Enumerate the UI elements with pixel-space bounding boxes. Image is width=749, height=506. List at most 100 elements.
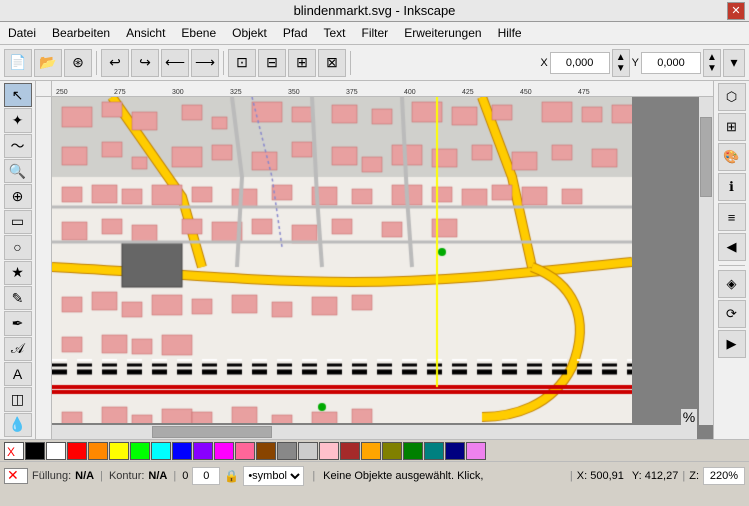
x-label: X <box>540 57 547 69</box>
color-swatch-0[interactable] <box>4 442 24 460</box>
snap-guide-button[interactable]: ⟳ <box>718 300 746 328</box>
redo-button[interactable]: ↪ <box>131 49 159 77</box>
menu-item-ansicht[interactable]: Ansicht <box>122 24 169 42</box>
gradient-tool[interactable]: ◫ <box>4 387 32 411</box>
menu-item-pfad[interactable]: Pfad <box>279 24 312 42</box>
color-swatch-6[interactable] <box>130 442 150 460</box>
open-button[interactable]: 📂 <box>34 49 62 77</box>
expand-btn[interactable]: ▾ <box>723 49 745 77</box>
align-panel-button[interactable]: ≡ <box>718 203 746 231</box>
vertical-scrollbar-thumb[interactable] <box>700 117 712 197</box>
color-swatch-4[interactable] <box>88 442 108 460</box>
zoom-out-btn[interactable]: ⟵ <box>161 49 189 77</box>
color-swatch-7[interactable] <box>151 442 171 460</box>
color-swatch-21[interactable] <box>445 442 465 460</box>
main-area: ↖✦〜🔍⊕▭○★✎✒𝒜A◫💧 2502753003253503754004254… <box>0 81 749 439</box>
color-swatch-5[interactable] <box>109 442 129 460</box>
x-spinner[interactable]: ▲▼ <box>612 49 630 77</box>
color-swatch-20[interactable] <box>424 442 444 460</box>
right-toolbar: ⬡⊞🎨ℹ≡◀ ◈⟳▶ <box>713 81 749 439</box>
canvas-area[interactable]: 250275300325350375400425450475 % <box>36 81 713 439</box>
select-tool[interactable]: ↖ <box>4 83 32 107</box>
snap-nodes-button[interactable]: ◈ <box>718 270 746 298</box>
color-swatch-8[interactable] <box>172 442 192 460</box>
pen-tool[interactable]: ✒ <box>4 311 32 335</box>
star-tool[interactable]: ★ <box>4 261 32 285</box>
y-spinner[interactable]: ▲▼ <box>703 49 721 77</box>
color-swatch-1[interactable] <box>25 442 45 460</box>
main-toolbar: 📄 📂 ⊛ ↩ ↪ ⟵ ⟶ ⊡ ⊟ ⊞ ⊠ X ▲▼ Y ▲▼ ▾ <box>0 45 749 81</box>
snap-indicator[interactable]: % <box>681 409 697 425</box>
tweak-tool[interactable]: 〜 <box>4 134 32 158</box>
fill-value: N/A <box>75 470 94 482</box>
color-swatch-15[interactable] <box>319 442 339 460</box>
x-input[interactable] <box>550 52 610 74</box>
status-sep-4: | <box>570 470 573 482</box>
color-swatch-22[interactable] <box>466 442 486 460</box>
menu-item-ebene[interactable]: Ebene <box>177 24 220 42</box>
vertical-scrollbar[interactable] <box>699 97 713 425</box>
calligraphy-tool[interactable]: 𝒜 <box>4 337 32 361</box>
window-title: blindenmarkt.svg - Inkscape <box>294 3 456 18</box>
zoom-tool[interactable]: 🔍 <box>4 159 32 183</box>
menu-item-datei[interactable]: Datei <box>4 24 40 42</box>
color-swatch-9[interactable] <box>193 442 213 460</box>
color-swatch-13[interactable] <box>277 442 297 460</box>
fill-stroke-panel-button[interactable]: 🎨 <box>718 143 746 171</box>
horizontal-scrollbar-thumb[interactable] <box>152 426 272 438</box>
menu-item-hilfe[interactable]: Hilfe <box>494 24 526 42</box>
color-swatch-18[interactable] <box>382 442 402 460</box>
lock-icon: 🔒 <box>224 469 239 483</box>
text-tool[interactable]: A <box>4 362 32 386</box>
rectangle-tool[interactable]: ▭ <box>4 210 32 234</box>
color-swatch-12[interactable] <box>256 442 276 460</box>
opacity-input[interactable] <box>192 467 220 485</box>
pencil-tool[interactable]: ✎ <box>4 286 32 310</box>
ruler-top-tick-350: 350 <box>288 89 300 96</box>
color-swatch-14[interactable] <box>298 442 318 460</box>
snap-button[interactable]: ⊛ <box>64 49 92 77</box>
layers-panel-button[interactable]: ⊞ <box>718 113 746 141</box>
dropper-tool[interactable]: 💧 <box>4 413 32 437</box>
align-top-btn[interactable]: ⊠ <box>318 49 346 77</box>
zoom-in-btn[interactable]: ⟶ <box>191 49 219 77</box>
align-right-btn[interactable]: ⊞ <box>288 49 316 77</box>
menu-item-bearbeiten[interactable]: Bearbeiten <box>48 24 114 42</box>
fill-indicator[interactable]: ✕ <box>4 468 28 484</box>
color-swatch-2[interactable] <box>46 442 66 460</box>
expand-right-button[interactable]: ▶ <box>718 330 746 358</box>
circle-tool[interactable]: ○ <box>4 235 32 259</box>
status-sep-2: | <box>173 470 176 482</box>
ruler-top-tick-275: 275 <box>114 89 126 96</box>
expand-panel-button[interactable]: ◀ <box>718 233 746 261</box>
color-swatch-16[interactable] <box>340 442 360 460</box>
horizontal-scrollbar[interactable] <box>52 425 697 439</box>
undo-button[interactable]: ↩ <box>101 49 129 77</box>
color-swatch-17[interactable] <box>361 442 381 460</box>
align-center-btn[interactable]: ⊟ <box>258 49 286 77</box>
close-button[interactable]: ✕ <box>727 2 745 20</box>
color-swatch-19[interactable] <box>403 442 423 460</box>
y-input[interactable] <box>641 52 701 74</box>
symbol-select[interactable]: •symbol <box>243 466 304 486</box>
color-swatch-11[interactable] <box>235 442 255 460</box>
object-props-panel-button[interactable]: ℹ <box>718 173 746 201</box>
menu-item-filter[interactable]: Filter <box>358 24 393 42</box>
align-left-btn[interactable]: ⊡ <box>228 49 256 77</box>
color-swatch-3[interactable] <box>67 442 87 460</box>
stroke-label: Kontur: <box>109 470 144 482</box>
svg-canvas[interactable] <box>52 97 632 423</box>
menu-item-erweiterungen[interactable]: Erweiterungen <box>400 24 485 42</box>
ruler-top-tick-325: 325 <box>230 89 242 96</box>
measure-tool[interactable]: ⊕ <box>4 184 32 208</box>
menu-item-objekt[interactable]: Objekt <box>228 24 271 42</box>
menu-item-text[interactable]: Text <box>320 24 350 42</box>
z-label: Z: <box>689 470 699 482</box>
zoom-input[interactable] <box>703 467 745 485</box>
node-edit-tool[interactable]: ✦ <box>4 108 32 132</box>
color-swatch-10[interactable] <box>214 442 234 460</box>
ruler-top: 250275300325350375400425450475 <box>52 81 713 97</box>
new-button[interactable]: 📄 <box>4 49 32 77</box>
ruler-corner <box>36 81 52 97</box>
xml-editor-panel-button[interactable]: ⬡ <box>718 83 746 111</box>
